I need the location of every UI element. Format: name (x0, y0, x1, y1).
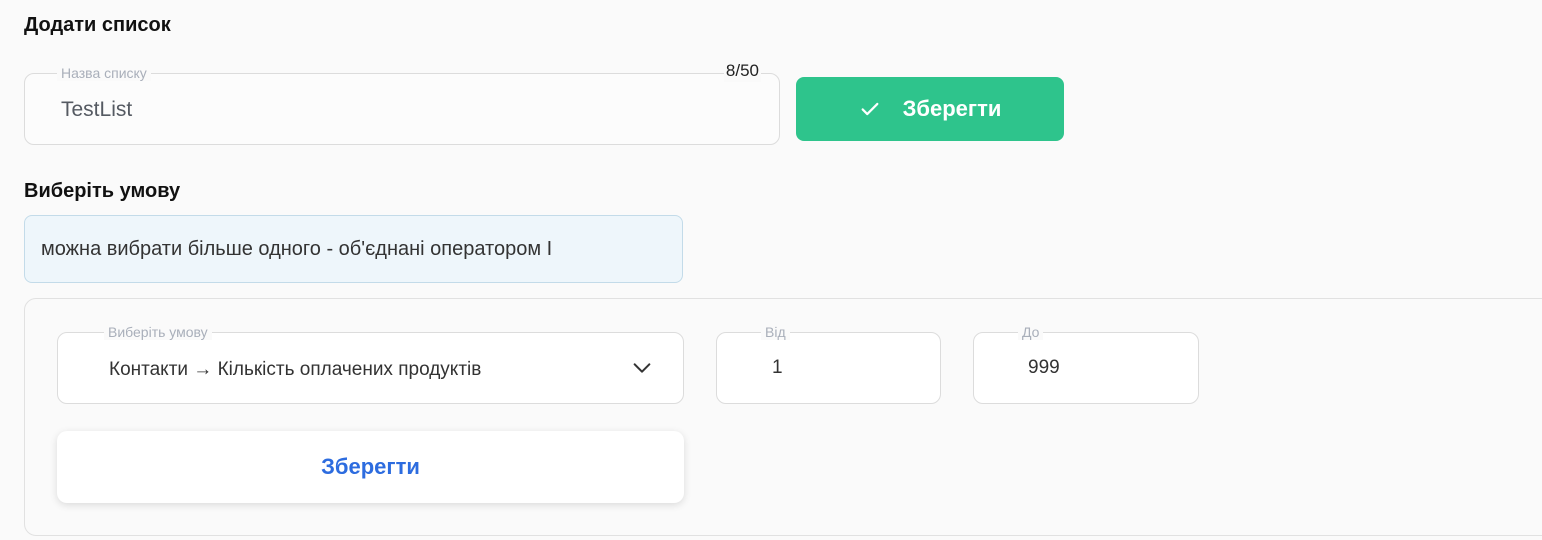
condition-hint: можна вибрати більше одного - об'єднані … (24, 215, 683, 283)
chevron-down-icon[interactable] (631, 357, 653, 379)
char-counter: 8/50 (723, 60, 761, 82)
check-icon (861, 102, 879, 116)
save-condition-button[interactable]: Зберегти (57, 431, 684, 503)
condition-select[interactable]: Виберіть умову Контакти → Кількість опла… (57, 324, 684, 404)
list-name-field[interactable]: Назва списку 8/50 TestList (24, 60, 780, 145)
condition-hint-text: можна вибрати більше одного - об'єднані … (41, 237, 553, 260)
from-input[interactable]: 1 (772, 357, 783, 379)
add-list-title: Додати список (24, 14, 171, 36)
from-legend: Від (761, 324, 790, 340)
save-list-button[interactable]: Зберегти (796, 77, 1064, 141)
condition-select-legend: Виберіть умову (104, 324, 212, 340)
save-list-label: Зберегти (902, 96, 1002, 121)
to-field[interactable]: До 999 (973, 324, 1199, 404)
to-input[interactable]: 999 (1028, 357, 1060, 379)
condition-title: Виберіть умову (24, 180, 181, 202)
to-legend: До (1018, 324, 1044, 340)
list-name-input[interactable]: TestList (61, 98, 132, 122)
from-field[interactable]: Від 1 (716, 324, 941, 404)
list-name-legend: Назва списку (57, 65, 151, 81)
condition-select-value: Контакти → Кількість оплачених продуктів (109, 359, 482, 380)
